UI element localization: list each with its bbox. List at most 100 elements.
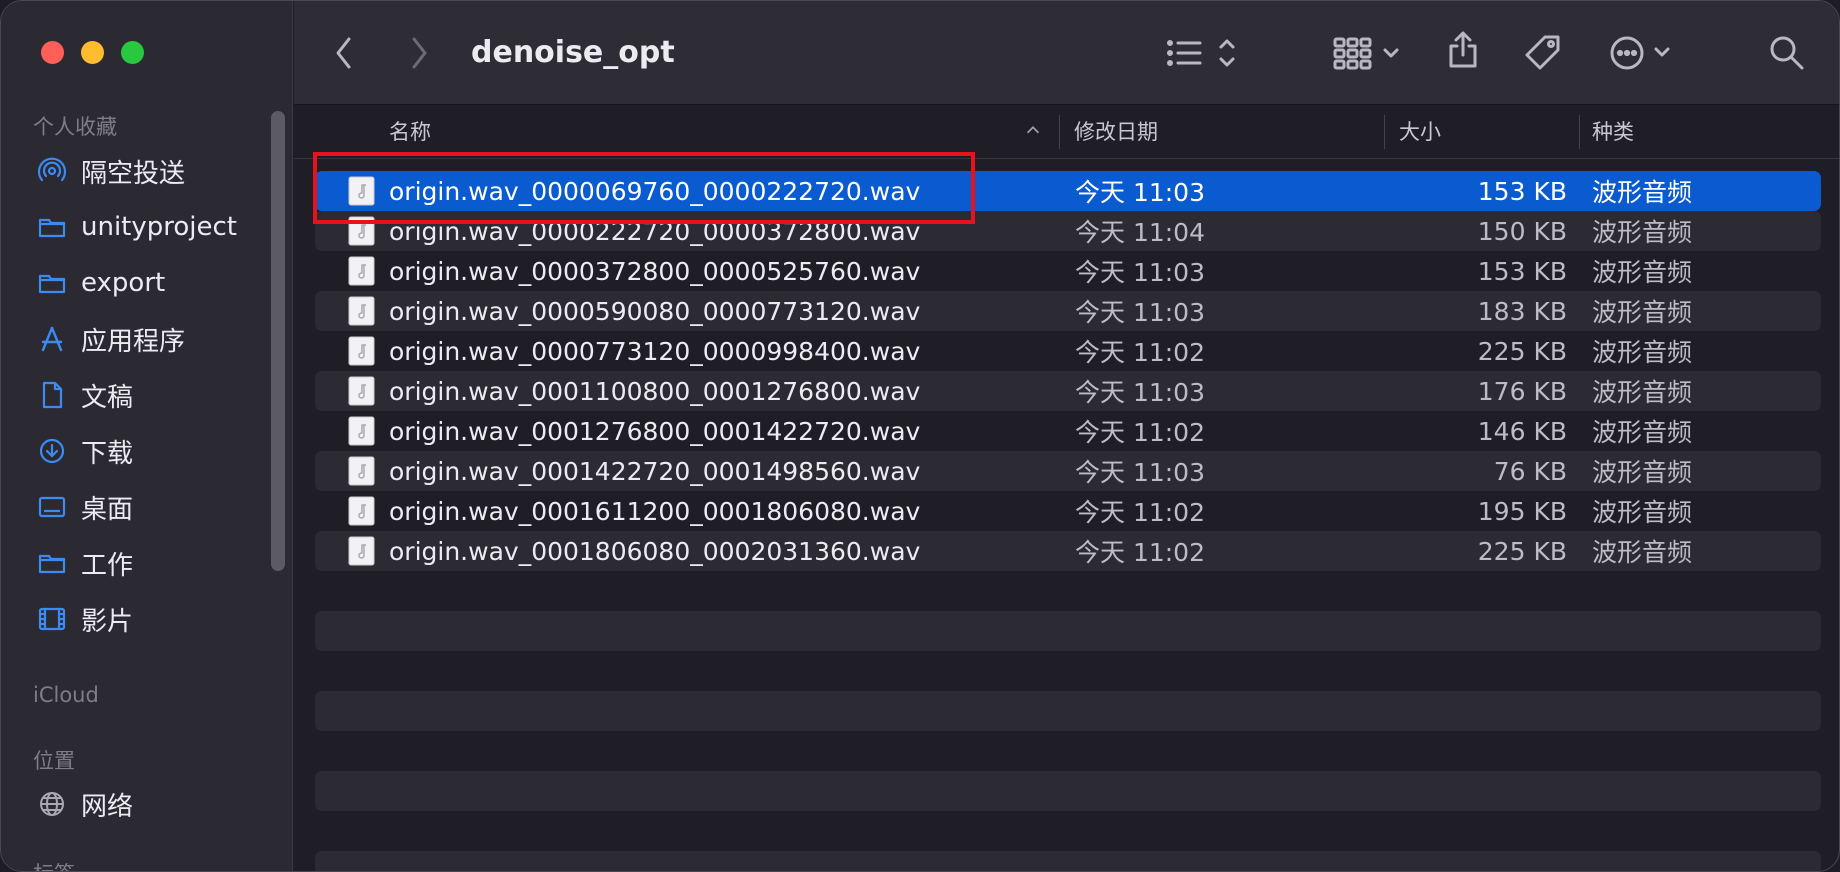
sidebar-section-tags: 标签 — [33, 858, 75, 871]
file-date: 今天 11:02 — [1075, 418, 1205, 447]
sidebar-scrollbar[interactable] — [271, 111, 285, 571]
sidebar-item-desktop[interactable]: 桌面 — [37, 485, 133, 529]
file-size: 150 KB — [1477, 216, 1567, 246]
audio-file-icon — [348, 256, 375, 286]
audio-file-icon — [348, 336, 375, 366]
column-size-header[interactable]: 大小 — [1399, 105, 1441, 159]
annotation-box — [313, 152, 975, 224]
zoom-window-button[interactable] — [121, 41, 144, 64]
sidebar-item-label: unityproject — [81, 212, 237, 242]
view-list-button[interactable] — [1166, 31, 1246, 75]
file-date: 今天 11:02 — [1075, 538, 1205, 567]
empty-row — [315, 611, 1821, 651]
sidebar-item-unityproject[interactable]: unityproject — [37, 205, 237, 249]
globe-icon — [37, 789, 67, 819]
file-row[interactable]: origin.wav_0001276800_0001422720.wav 今天 … — [315, 411, 1821, 451]
minimize-window-button[interactable] — [81, 41, 104, 64]
empty-row — [315, 811, 1821, 851]
file-name: origin.wav_0001611200_0001806080.wav — [389, 496, 921, 526]
file-name: origin.wav_0000773120_0000998400.wav — [389, 336, 921, 366]
file-date: 今天 11:03 — [1075, 458, 1205, 487]
sidebar-item-applications[interactable]: 应用程序 — [37, 317, 185, 361]
film-icon — [37, 604, 67, 634]
file-row[interactable]: origin.wav_0001806080_0002031360.wav 今天 … — [315, 531, 1821, 571]
empty-row — [315, 571, 1821, 611]
sidebar-section-favorites: 个人收藏 — [33, 115, 117, 139]
finder-window: 个人收藏 隔空投送 unityproject export 应用程序 文稿 下载… — [0, 0, 1840, 872]
file-name: origin.wav_0001276800_0001422720.wav — [389, 416, 921, 446]
file-date: 今天 11:04 — [1075, 218, 1205, 247]
file-size: 76 KB — [1493, 456, 1567, 486]
column-date-header[interactable]: 修改日期 — [1074, 105, 1158, 159]
share-icon — [1449, 31, 1477, 68]
empty-row — [315, 851, 1821, 871]
file-row[interactable]: origin.wav_0001100800_0001276800.wav 今天 … — [315, 371, 1821, 411]
sidebar-item-work[interactable]: 工作 — [37, 541, 133, 585]
file-row[interactable]: origin.wav_0001422720_0001498560.wav 今天 … — [315, 451, 1821, 491]
ellipsis-circle-icon — [1610, 36, 1670, 70]
file-size: 153 KB — [1477, 256, 1567, 286]
file-name: origin.wav_0000590080_0000773120.wav — [389, 296, 921, 326]
file-kind: 波形音频 — [1592, 218, 1693, 247]
folder-icon — [37, 268, 67, 298]
file-row[interactable]: origin.wav_0000590080_0000773120.wav 今天 … — [315, 291, 1821, 331]
sidebar: 个人收藏 隔空投送 unityproject export 应用程序 文稿 下载… — [1, 1, 293, 871]
file-list: origin.wav_0000069760_0000222720.wav 今天 … — [315, 171, 1821, 871]
sidebar-item-label: 隔空投送 — [81, 158, 186, 189]
audio-file-icon — [348, 536, 375, 566]
file-size: 146 KB — [1477, 416, 1567, 446]
column-kind-header[interactable]: 种类 — [1592, 105, 1634, 159]
file-name: origin.wav_0000372800_0000525760.wav — [389, 256, 921, 286]
more-actions-button[interactable] — [1607, 31, 1679, 75]
file-kind: 波形音频 — [1592, 498, 1693, 527]
close-window-button[interactable] — [41, 41, 64, 64]
folder-icon — [37, 212, 67, 242]
sidebar-item-label: 影片 — [81, 606, 134, 637]
file-row[interactable]: origin.wav_0000372800_0000525760.wav 今天 … — [315, 251, 1821, 291]
file-row[interactable]: origin.wav_0001611200_0001806080.wav 今天 … — [315, 491, 1821, 531]
back-button[interactable] — [329, 31, 359, 75]
desktop-icon — [37, 492, 67, 522]
download-icon — [37, 436, 67, 466]
audio-file-icon — [348, 416, 375, 446]
list-view-icon — [1167, 39, 1235, 67]
file-name: origin.wav_0001100800_0001276800.wav — [389, 376, 921, 406]
empty-row — [315, 771, 1821, 811]
applications-icon — [37, 324, 67, 354]
column-divider[interactable] — [1059, 115, 1060, 149]
sidebar-item-label: export — [81, 268, 166, 298]
sidebar-item-label: 下载 — [81, 438, 134, 469]
sidebar-item-movies[interactable]: 影片 — [37, 597, 133, 641]
file-size: 176 KB — [1477, 376, 1567, 406]
audio-file-icon — [348, 456, 375, 486]
file-kind: 波形音频 — [1592, 178, 1693, 207]
search-button[interactable] — [1767, 31, 1807, 75]
file-date: 今天 11:03 — [1075, 378, 1205, 407]
column-divider[interactable] — [1384, 115, 1385, 149]
file-size: 225 KB — [1477, 336, 1567, 366]
audio-file-icon — [348, 296, 375, 326]
column-divider[interactable] — [1579, 115, 1580, 149]
empty-row — [315, 731, 1821, 771]
tag-button[interactable] — [1521, 31, 1565, 75]
file-kind: 波形音频 — [1592, 418, 1693, 447]
sidebar-item-network[interactable]: 网络 — [37, 782, 133, 826]
file-date: 今天 11:03 — [1075, 258, 1205, 287]
sidebar-item-label: 桌面 — [81, 494, 134, 525]
file-kind: 波形音频 — [1592, 298, 1693, 327]
sidebar-item-label: 文稿 — [81, 382, 134, 413]
sidebar-item-export[interactable]: export — [37, 261, 165, 305]
sidebar-section-icloud[interactable]: iCloud — [33, 683, 99, 707]
document-icon — [37, 380, 67, 410]
sort-ascending-icon[interactable] — [1024, 105, 1042, 159]
share-button[interactable] — [1447, 27, 1479, 71]
column-name-header[interactable]: 名称 — [389, 105, 431, 159]
sidebar-item-documents[interactable]: 文稿 — [37, 373, 133, 417]
forward-button[interactable] — [404, 31, 434, 75]
window-title: denoise_opt — [471, 35, 675, 70]
file-row[interactable]: origin.wav_0000773120_0000998400.wav 今天 … — [315, 331, 1821, 371]
file-date: 今天 11:02 — [1075, 498, 1205, 527]
sidebar-item-downloads[interactable]: 下载 — [37, 429, 133, 473]
sidebar-item-airdrop[interactable]: 隔空投送 — [37, 149, 185, 193]
group-button[interactable] — [1333, 31, 1405, 75]
